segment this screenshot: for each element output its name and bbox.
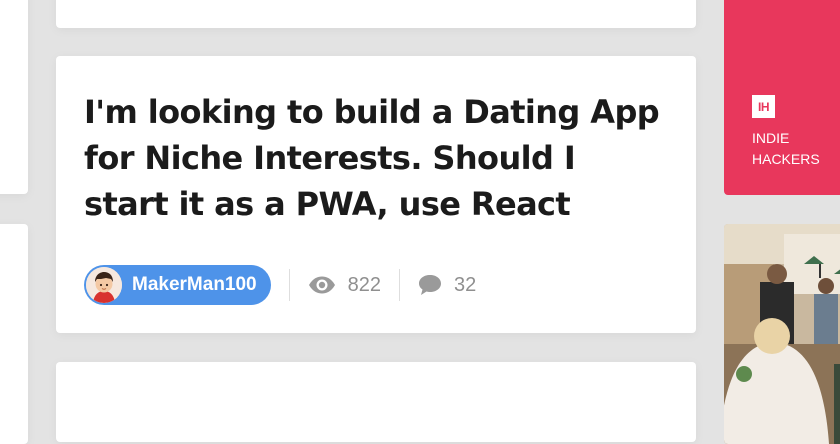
adjacent-card-left-bottom [0, 224, 28, 444]
tile-label-line2: HACKERS [752, 151, 820, 167]
post-title[interactable]: I'm looking to build a Dating App for Ni… [84, 89, 664, 227]
divider [399, 269, 400, 301]
post-card-previous[interactable] [56, 0, 696, 28]
author-link[interactable]: MakerMan100 [84, 265, 271, 305]
author-name: MakerMan100 [132, 274, 257, 295]
avatar [86, 267, 122, 303]
adjacent-card-left-top [0, 0, 28, 194]
comments-count: 32 [454, 273, 477, 296]
views-stat: 822 [308, 274, 381, 297]
divider [288, 269, 290, 301]
eye-icon [308, 276, 336, 294]
views-count: 822 [347, 273, 381, 296]
post-meta: MakerMan100 822 32 [84, 264, 476, 306]
comments-stat[interactable]: 32 [418, 274, 476, 297]
indie-hackers-tile[interactable]: IH INDIE HACKERS [724, 0, 840, 195]
post-card-next[interactable] [56, 362, 696, 442]
cafe-photo[interactable] [724, 224, 840, 444]
post-card[interactable]: I'm looking to build a Dating App for Ni… [56, 56, 696, 333]
tile-label-line1: INDIE [752, 130, 790, 146]
indie-hackers-logo: IH [752, 95, 775, 118]
comment-icon [418, 274, 442, 296]
